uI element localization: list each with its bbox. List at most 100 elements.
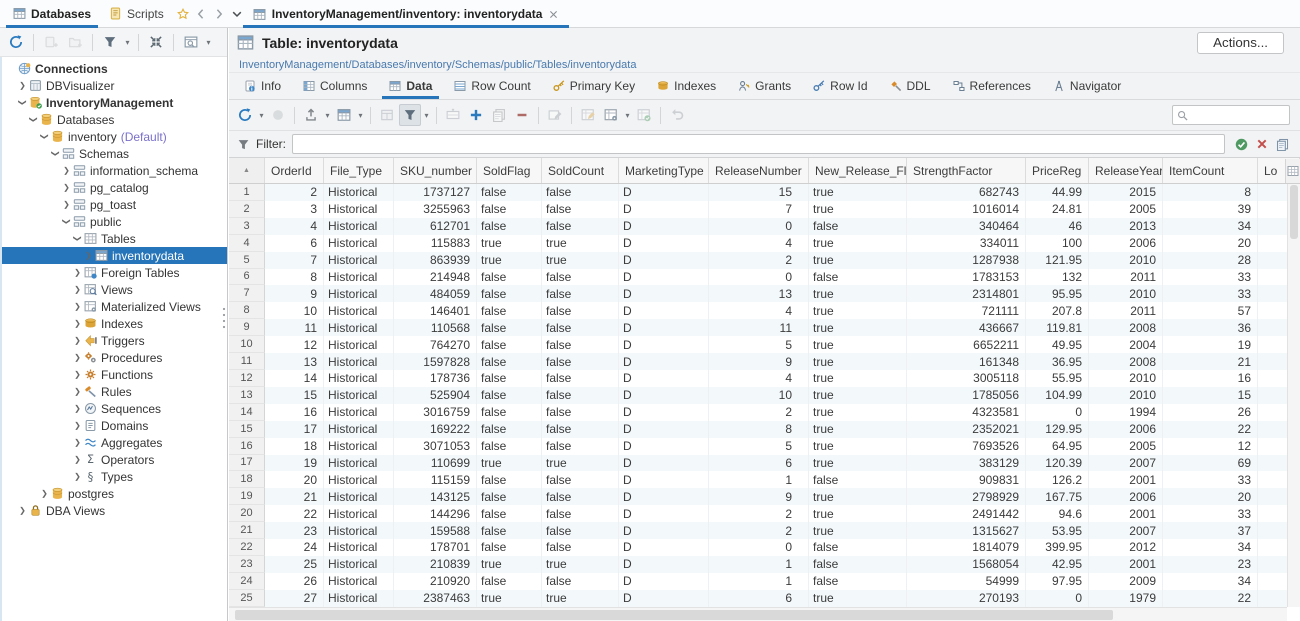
tree-item-operators[interactable]: ❯ Σ Operators bbox=[2, 451, 227, 468]
table-cell[interactable]: false bbox=[542, 369, 619, 387]
refresh-dropdown-icon[interactable]: ▾ bbox=[257, 111, 266, 120]
table-cell[interactable]: 95.95 bbox=[1026, 285, 1089, 303]
table-cell[interactable]: false bbox=[477, 572, 542, 590]
table-cell[interactable]: false bbox=[477, 268, 542, 286]
table-cell[interactable]: true bbox=[809, 234, 907, 252]
table-cell[interactable] bbox=[1258, 336, 1287, 353]
tree-item-rules[interactable]: ❯ Rules bbox=[2, 383, 227, 400]
table-cell[interactable] bbox=[1258, 539, 1287, 556]
table-cell[interactable]: true bbox=[809, 302, 907, 320]
table-cell[interactable]: 399.95 bbox=[1026, 539, 1089, 556]
table-cell[interactable]: true bbox=[542, 454, 619, 472]
table-cell[interactable]: Historical bbox=[324, 589, 394, 607]
table-cell[interactable]: 115159 bbox=[394, 471, 477, 489]
table-cell[interactable]: 863939 bbox=[394, 251, 477, 269]
tab-row-count[interactable]: Row Count bbox=[443, 73, 541, 99]
table-cell[interactable]: 1 bbox=[709, 572, 809, 590]
table-cell[interactable]: 20 bbox=[265, 471, 324, 489]
table-cell[interactable]: 6 bbox=[709, 589, 809, 607]
tab-references[interactable]: References bbox=[942, 73, 1042, 99]
table-cell[interactable]: 5 bbox=[709, 336, 809, 354]
chevron-right-icon[interactable]: ❯ bbox=[72, 319, 83, 328]
table-cell[interactable]: 7693526 bbox=[907, 437, 1026, 455]
table-cell[interactable]: Historical bbox=[324, 555, 394, 573]
chevron-right-icon[interactable]: ❯ bbox=[72, 404, 83, 413]
table-cell[interactable]: 36 bbox=[1163, 319, 1258, 337]
table-cell[interactable]: D bbox=[619, 488, 709, 506]
table-cell[interactable]: Historical bbox=[324, 184, 394, 201]
table-cell[interactable]: Historical bbox=[324, 403, 394, 421]
row-number-cell[interactable]: 18 bbox=[229, 471, 265, 489]
tree-item-sequences[interactable]: ❯ Sequences bbox=[2, 400, 227, 417]
table-cell[interactable]: 97.95 bbox=[1026, 572, 1089, 590]
horizontal-scrollbar-thumb[interactable] bbox=[235, 610, 1114, 620]
table-cell[interactable]: 0 bbox=[709, 268, 809, 286]
table-cell[interactable]: true bbox=[809, 319, 907, 337]
column-header-strengthfactor[interactable]: StrengthFactor bbox=[907, 158, 1026, 183]
table-cell[interactable]: 17 bbox=[265, 420, 324, 438]
table-cell[interactable]: true bbox=[542, 589, 619, 607]
favorites-star-icon[interactable] bbox=[176, 7, 189, 20]
table-cell[interactable]: true bbox=[809, 184, 907, 201]
table-cell[interactable]: 55.95 bbox=[1026, 369, 1089, 387]
table-cell[interactable]: true bbox=[542, 555, 619, 573]
table-cell[interactable]: 4323581 bbox=[907, 403, 1026, 421]
table-cell[interactable]: 33 bbox=[1163, 285, 1258, 303]
table-cell[interactable]: false bbox=[477, 184, 542, 201]
row-number-cell[interactable]: 8 bbox=[229, 302, 265, 320]
sidebar-toolbar-panel-search-button[interactable] bbox=[180, 31, 202, 53]
table-cell[interactable]: 484059 bbox=[394, 285, 477, 303]
table-cell[interactable]: 21 bbox=[1163, 353, 1258, 370]
table-cell[interactable]: 104.99 bbox=[1026, 386, 1089, 404]
table-cell[interactable] bbox=[1258, 302, 1287, 319]
table-cell[interactable]: 2006 bbox=[1089, 488, 1163, 506]
table-cell[interactable]: false bbox=[809, 539, 907, 556]
table-cell[interactable]: Historical bbox=[324, 572, 394, 590]
tab-info[interactable]: Info bbox=[233, 73, 292, 99]
table-cell[interactable]: 22 bbox=[1163, 420, 1258, 438]
table-cell[interactable]: 2 bbox=[709, 403, 809, 421]
column-header-pricereg[interactable]: PriceReg bbox=[1026, 158, 1089, 183]
table-cell[interactable]: 169222 bbox=[394, 420, 477, 438]
table-cell[interactable]: Historical bbox=[324, 369, 394, 387]
toolbar-insert-row-button[interactable] bbox=[442, 104, 464, 126]
row-number-cell[interactable]: 3 bbox=[229, 217, 265, 235]
table-cell[interactable]: 9 bbox=[265, 285, 324, 303]
table-cell[interactable]: 340464 bbox=[907, 217, 1026, 235]
table-cell[interactable]: false bbox=[477, 488, 542, 506]
sidebar-toolbar-add-connection-button[interactable] bbox=[40, 31, 62, 53]
table-cell[interactable] bbox=[1258, 235, 1287, 252]
chevron-right-icon[interactable]: ❯ bbox=[72, 268, 83, 277]
table-cell[interactable]: false bbox=[542, 437, 619, 455]
tree-item-pg-catalog[interactable]: ❯ pg_catalog bbox=[2, 179, 227, 196]
tree-item-public[interactable]: ❯ public bbox=[2, 213, 227, 230]
panel-search-dropdown-icon[interactable]: ▾ bbox=[204, 38, 213, 47]
table-cell[interactable]: true bbox=[809, 420, 907, 438]
table-cell[interactable]: 69 bbox=[1163, 454, 1258, 472]
table-cell[interactable]: Historical bbox=[324, 302, 394, 320]
table-cell[interactable]: D bbox=[619, 302, 709, 320]
table-cell[interactable]: 1 bbox=[709, 555, 809, 573]
table-cell[interactable]: 20 bbox=[1163, 234, 1258, 252]
table-cell[interactable]: Historical bbox=[324, 454, 394, 472]
table-cell[interactable]: 2 bbox=[265, 184, 324, 201]
table-cell[interactable]: 34 bbox=[1163, 217, 1258, 235]
row-number-cell[interactable]: 23 bbox=[229, 555, 265, 573]
tab-columns[interactable]: Columns bbox=[292, 73, 378, 99]
table-cell[interactable] bbox=[1258, 269, 1287, 286]
table-cell[interactable]: D bbox=[619, 403, 709, 421]
table-cell[interactable]: Historical bbox=[324, 268, 394, 286]
table-cell[interactable] bbox=[1258, 455, 1287, 472]
table-cell[interactable]: 2314801 bbox=[907, 285, 1026, 303]
table-cell[interactable]: 525904 bbox=[394, 386, 477, 404]
table-cell[interactable]: 64.95 bbox=[1026, 437, 1089, 455]
tree-item-domains[interactable]: ❯ Domains bbox=[2, 417, 227, 434]
table-cell[interactable]: 19 bbox=[265, 454, 324, 472]
table-cell[interactable]: 16 bbox=[1163, 369, 1258, 387]
toolbar-grid-check-button[interactable] bbox=[633, 104, 655, 126]
table-cell[interactable]: 26 bbox=[1163, 403, 1258, 421]
table-cell[interactable]: Historical bbox=[324, 251, 394, 269]
table-cell[interactable]: 178736 bbox=[394, 369, 477, 387]
table-cell[interactable]: 19 bbox=[1163, 336, 1258, 354]
table-cell[interactable]: 909831 bbox=[907, 471, 1026, 489]
